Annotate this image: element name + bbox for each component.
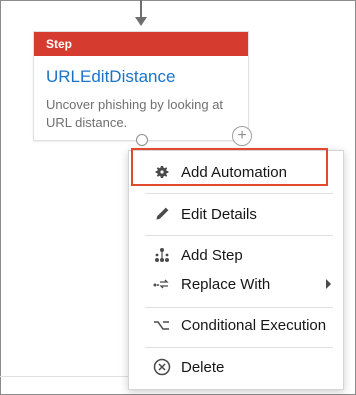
menu-item-add-step[interactable]: Add Step <box>129 240 343 270</box>
gear-icon <box>153 163 171 181</box>
menu-item-delete[interactable]: Delete <box>129 352 343 382</box>
menu-item-label: Edit Details <box>181 205 257 223</box>
context-menu: Add Automation Edit Details Add Step Rep… <box>128 150 344 390</box>
add-node-icon[interactable]: + <box>232 126 252 146</box>
step-card[interactable]: Step URLEditDistance Uncover phishing by… <box>33 31 249 141</box>
branch-icon <box>153 316 171 334</box>
connection-port[interactable] <box>136 134 148 146</box>
canvas-divider <box>0 376 128 377</box>
menu-item-label: Delete <box>181 358 225 376</box>
menu-item-label: Conditional Execution <box>181 316 327 334</box>
menu-item-label: Add Automation <box>181 163 287 181</box>
step-description: Uncover phishing by looking at URL dista… <box>46 97 224 130</box>
menu-item-label: Replace With <box>181 275 271 293</box>
menu-item-edit-details[interactable]: Edit Details <box>129 199 343 229</box>
menu-item-add-automation[interactable]: Add Automation <box>129 157 343 187</box>
menu-divider <box>145 307 333 308</box>
menu-item-conditional-execution[interactable]: Conditional Execution <box>129 310 343 340</box>
replace-icon <box>153 275 171 293</box>
menu-item-label: Add Step <box>181 246 243 264</box>
pencil-icon <box>153 205 171 223</box>
chevron-right-icon <box>326 279 331 289</box>
tree-icon <box>153 246 171 264</box>
delete-circle-icon <box>153 358 171 376</box>
step-title[interactable]: URLEditDistance <box>46 66 236 88</box>
menu-divider <box>145 193 333 194</box>
menu-item-replace-with[interactable]: Replace With <box>129 269 343 299</box>
menu-divider <box>145 347 333 348</box>
menu-divider <box>145 235 333 236</box>
step-badge: Step <box>34 32 248 56</box>
flow-arrow-icon <box>135 17 147 26</box>
